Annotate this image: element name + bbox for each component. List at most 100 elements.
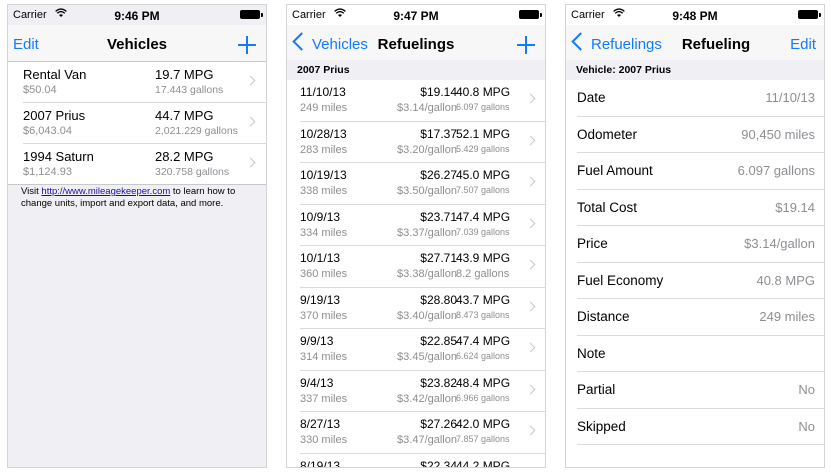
chevron-right-icon bbox=[245, 75, 256, 86]
status-time: 9:48 PM bbox=[672, 9, 718, 23]
vehicle-gallons: 320.758 gallons bbox=[155, 166, 230, 178]
refuel-miles: 338 miles bbox=[300, 185, 348, 197]
refuel-gallons: 6.097 gallons bbox=[456, 102, 510, 112]
detail-row-partial: Partial No bbox=[577, 372, 824, 409]
refueling-row[interactable]: 9/4/13 337 miles $23.82 $3.42/gallon 48.… bbox=[300, 371, 545, 412]
refuel-gallons: 8.2 gallons bbox=[456, 268, 510, 280]
chevron-right-icon bbox=[526, 467, 536, 468]
vehicle-name: 1994 Saturn bbox=[23, 149, 94, 164]
refuel-total: $27.71 bbox=[420, 251, 457, 265]
detail-label: Fuel Amount bbox=[577, 163, 653, 178]
detail-label: Price bbox=[577, 236, 608, 251]
website-link[interactable]: http://www.mileagekeeper.com bbox=[41, 186, 170, 197]
vehicle-mpg: 19.7 MPG bbox=[155, 67, 214, 82]
vehicle-gallons: 17.443 gallons bbox=[155, 84, 224, 96]
vehicle-row[interactable]: 1994 Saturn $1,124.93 28.2 MPG 320.758 g… bbox=[23, 144, 266, 184]
chevron-right-icon bbox=[245, 116, 256, 127]
refuel-total: $22.85 bbox=[420, 334, 457, 348]
detail-row-fuel-amount: Fuel Amount 6.097 gallons bbox=[577, 153, 824, 190]
vehicle-mpg: 28.2 MPG bbox=[155, 149, 214, 164]
refueling-row[interactable]: 11/10/13 249 miles $19.14 $3.14/gallon 4… bbox=[300, 80, 545, 122]
chevron-right-icon bbox=[525, 425, 536, 436]
chevron-right-icon bbox=[525, 176, 536, 187]
refueling-row[interactable]: 10/28/13 283 miles $17.37 $3.20/gallon 5… bbox=[300, 122, 545, 163]
refuel-miles: 337 miles bbox=[300, 392, 348, 405]
section-header: Vehicle: 2007 Prius bbox=[566, 60, 824, 80]
detail-value: No bbox=[798, 418, 815, 434]
refuel-date: 10/1/13 bbox=[300, 251, 341, 265]
add-refueling-icon[interactable] bbox=[517, 36, 535, 54]
refuel-gallons: 7.039 gallons bbox=[456, 226, 510, 237]
detail-value: 11/10/13 bbox=[765, 90, 815, 105]
detail-value: No bbox=[798, 382, 815, 397]
detail-label: Partial bbox=[577, 382, 616, 397]
refueling-row[interactable]: 10/19/13 338 miles $26.27 $3.50/gallon 4… bbox=[300, 163, 545, 205]
page-title: Refueling bbox=[681, 36, 751, 53]
refueling-row[interactable]: 8/19/13 $22.34 44.2 MPG bbox=[300, 454, 545, 468]
page-title: Vehicles bbox=[106, 36, 168, 53]
refuel-total: $23.82 bbox=[420, 375, 457, 390]
refuel-mpg: 47.4 MPG bbox=[456, 209, 511, 224]
detail-row-price: Price $3.14/gallon bbox=[577, 226, 824, 263]
status-bar: Carrier 9:46 PM bbox=[8, 5, 266, 25]
vehicle-mpg: 44.7 MPG bbox=[155, 108, 214, 123]
chevron-right-icon bbox=[525, 301, 536, 311]
refuel-mpg: 40.8 MPG bbox=[456, 85, 511, 99]
edit-button[interactable]: Edit bbox=[790, 36, 816, 53]
vehicles-screen: Carrier 9:46 PM Edit Vehicles Rental Van… bbox=[7, 4, 267, 468]
refuel-date: 10/19/13 bbox=[300, 168, 347, 182]
detail-value: 90,450 miles bbox=[741, 126, 815, 142]
refueling-row[interactable]: 10/1/13 360 miles $27.71 $3.38/gallon 43… bbox=[300, 246, 545, 288]
battery-icon bbox=[519, 10, 542, 19]
help-note: Visit http://www.mileagekeeper.com to le… bbox=[21, 186, 252, 210]
refuel-mpg: 43.7 MPG bbox=[456, 292, 511, 307]
refuel-miles: 249 miles bbox=[300, 102, 348, 114]
refuel-date: 9/9/13 bbox=[300, 334, 334, 348]
refuel-price: $3.38/gallon bbox=[397, 268, 457, 280]
status-time: 9:47 PM bbox=[393, 9, 439, 23]
chevron-right-icon bbox=[525, 342, 536, 353]
detail-value: $3.14/gallon bbox=[744, 236, 815, 251]
vehicle-gallons: 2,021.229 gallons bbox=[155, 125, 238, 137]
refuel-price: $3.42/gallon bbox=[397, 392, 457, 405]
chevron-right-icon bbox=[525, 93, 536, 104]
detail-row-total-cost: Total Cost $19.14 bbox=[577, 190, 824, 226]
refuelings-screen: Carrier 9:47 PM Vehicles Refuelings 2007… bbox=[286, 4, 546, 468]
vehicle-cost: $6,043.04 bbox=[23, 125, 72, 137]
vehicle-row[interactable]: 2007 Prius $6,043.04 44.7 MPG 2,021.229 … bbox=[23, 103, 266, 144]
detail-row-note: Note bbox=[577, 336, 824, 372]
refueling-detail-list: Date 11/10/13 Odometer 90,450 miles Fuel… bbox=[566, 80, 824, 445]
status-bar: Carrier 9:47 PM bbox=[287, 5, 545, 25]
detail-row-skipped: Skipped No bbox=[577, 409, 824, 445]
vehicle-row[interactable]: Rental Van $50.04 19.7 MPG 17.443 gallon… bbox=[23, 62, 266, 103]
refuel-gallons: 7.857 gallons bbox=[456, 434, 510, 444]
refuel-mpg: 52.1 MPG bbox=[456, 126, 511, 141]
chevron-right-icon bbox=[525, 384, 536, 394]
detail-label: Total Cost bbox=[577, 199, 638, 215]
refuel-price: $3.20/gallon bbox=[397, 143, 457, 156]
refueling-row[interactable]: 10/9/13 334 miles $23.71 $3.37/gallon 47… bbox=[300, 205, 545, 246]
detail-label: Odometer bbox=[577, 126, 638, 142]
detail-label: Date bbox=[577, 90, 606, 105]
refueling-detail-screen: Carrier 9:48 PM Refuelings Refueling Edi… bbox=[565, 4, 825, 468]
refuel-total: $28.80 bbox=[420, 292, 457, 307]
refuel-date: 9/4/13 bbox=[300, 375, 334, 390]
detail-label: Distance bbox=[577, 309, 630, 324]
refueling-row[interactable]: 8/27/13 330 miles $27.26 $3.47/gallon 42… bbox=[300, 412, 545, 454]
refuel-total: $17.37 bbox=[420, 126, 457, 141]
section-header: 2007 Prius bbox=[287, 60, 545, 80]
refueling-row[interactable]: 9/19/13 370 miles $28.80 $3.40/gallon 43… bbox=[300, 288, 545, 329]
add-vehicle-icon[interactable] bbox=[238, 36, 256, 54]
detail-value: 249 miles bbox=[759, 309, 815, 324]
refueling-row[interactable]: 9/9/13 314 miles $22.85 $3.45/gallon 47.… bbox=[300, 329, 545, 371]
refuel-mpg: 47.4 MPG bbox=[456, 334, 511, 348]
refuel-miles: 330 miles bbox=[300, 434, 348, 446]
refuel-gallons: 8.473 gallons bbox=[456, 309, 510, 320]
detail-value: 6.097 gallons bbox=[737, 163, 815, 178]
chevron-right-icon bbox=[525, 259, 536, 270]
chevron-right-icon bbox=[525, 218, 536, 228]
refuel-price: $3.37/gallon bbox=[397, 226, 457, 239]
detail-value: $19.14 bbox=[775, 199, 815, 215]
refuel-miles: 370 miles bbox=[300, 309, 348, 322]
refuel-mpg: 43.9 MPG bbox=[456, 251, 511, 265]
